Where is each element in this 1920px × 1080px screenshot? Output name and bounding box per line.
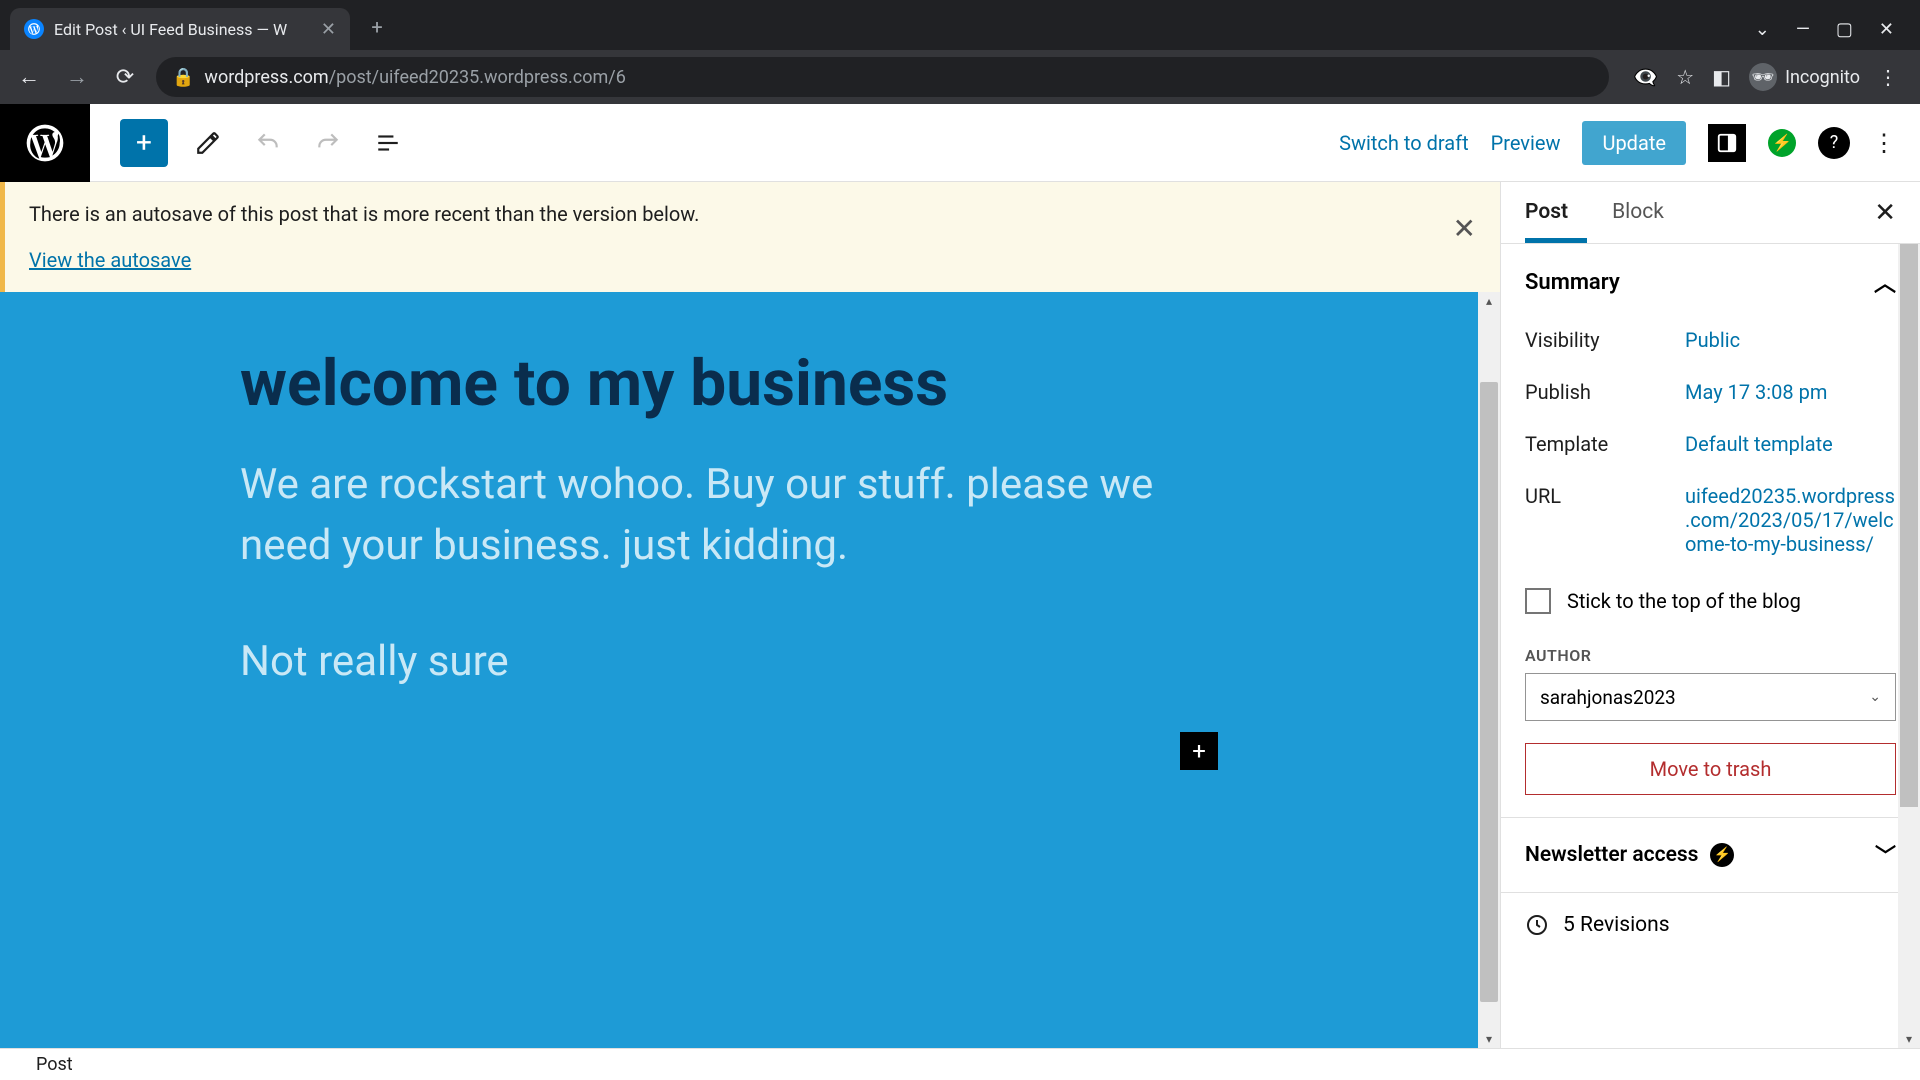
incognito-icon: 🕶	[1749, 63, 1777, 91]
new-tab-button[interactable]: +	[358, 8, 396, 46]
revisions-row[interactable]: 5 Revisions	[1501, 892, 1920, 937]
add-block-button[interactable]: +	[120, 119, 168, 167]
template-label: Template	[1525, 432, 1685, 456]
address-bar[interactable]: 🔒 wordpress.com/post/uifeed20235.wordpre…	[156, 57, 1609, 97]
settings-panel-toggle[interactable]	[1708, 124, 1746, 162]
visibility-value[interactable]: Public	[1685, 328, 1896, 352]
edit-tools-button[interactable]	[188, 123, 228, 163]
view-autosave-link[interactable]: View the autosave	[29, 248, 191, 272]
more-options-icon[interactable]: ⋮	[1872, 129, 1896, 157]
url-label: URL	[1525, 484, 1685, 556]
settings-sidebar: Post Block ✕ Summary ︿ Visibility Public…	[1500, 182, 1920, 1048]
summary-label: Summary	[1525, 270, 1620, 295]
url-domain: wordpress.com	[204, 67, 328, 88]
incognito-label: Incognito	[1785, 67, 1860, 88]
revisions-label: 5 Revisions	[1563, 913, 1670, 937]
jetpack-icon[interactable]: ⚡	[1768, 129, 1796, 157]
undo-button	[248, 123, 288, 163]
browser-menu-icon[interactable]: ⋮	[1878, 65, 1898, 89]
post-paragraph[interactable]: Not really sure	[240, 637, 1238, 686]
switch-to-draft-button[interactable]: Switch to draft	[1339, 131, 1469, 155]
author-heading: Author	[1501, 632, 1920, 673]
chevron-up-icon: ︿	[1874, 266, 1896, 298]
publish-label: Publish	[1525, 380, 1685, 404]
summary-panel-header[interactable]: Summary ︿	[1501, 244, 1920, 314]
chevron-down-icon: ︿	[1875, 840, 1896, 870]
history-icon	[1525, 913, 1549, 937]
scroll-down-icon[interactable]: ▾	[1478, 1030, 1500, 1048]
editor-canvas[interactable]: welcome to my business We are rockstart …	[0, 292, 1478, 1048]
visibility-label: Visibility	[1525, 328, 1685, 352]
tab-dropdown-icon[interactable]: ⌄	[1755, 19, 1770, 40]
tab-post[interactable]: Post	[1525, 200, 1568, 226]
jetpack-badge-icon: ⚡	[1710, 843, 1734, 867]
scroll-up-icon[interactable]: ▴	[1478, 292, 1500, 310]
scrollbar-thumb[interactable]	[1480, 382, 1498, 1002]
tab-block[interactable]: Block	[1612, 200, 1664, 226]
reload-button[interactable]: ⟳	[108, 60, 142, 94]
url-value[interactable]: uifeed20235.wordpress.com/2023/05/17/wel…	[1685, 484, 1896, 556]
url-path: /post/uifeed20235.wordpress.com/6	[329, 67, 626, 88]
redo-button	[308, 123, 348, 163]
newsletter-label: Newsletter access	[1525, 843, 1698, 867]
help-icon[interactable]: ?	[1818, 127, 1850, 159]
newsletter-panel-header[interactable]: Newsletter access ⚡ ︿	[1501, 817, 1920, 892]
notice-text: There is an autosave of this post that i…	[29, 202, 1476, 226]
breadcrumb[interactable]: Post	[36, 1054, 73, 1075]
sticky-checkbox[interactable]	[1525, 588, 1551, 614]
tab-title: Edit Post ‹ UI Feed Business — W	[54, 20, 287, 39]
minimize-icon[interactable]: —	[1796, 19, 1810, 40]
autosave-notice: There is an autosave of this post that i…	[0, 182, 1500, 292]
visibility-row[interactable]: Visibility Public	[1501, 314, 1920, 366]
close-sidebar-icon[interactable]: ✕	[1874, 198, 1896, 228]
bookmark-star-icon[interactable]: ☆	[1676, 65, 1694, 89]
post-paragraph[interactable]: We are rockstart wohoo. Buy our stuff. p…	[240, 455, 1238, 577]
template-row[interactable]: Template Default template	[1501, 418, 1920, 470]
browser-tab[interactable]: Edit Post ‹ UI Feed Business — W ✕	[10, 8, 350, 50]
preview-button[interactable]: Preview	[1491, 131, 1561, 155]
wordpress-favicon-icon	[24, 19, 44, 39]
close-window-icon[interactable]: ✕	[1879, 19, 1894, 40]
scrollbar-thumb[interactable]	[1900, 244, 1918, 807]
insert-block-button[interactable]: +	[1180, 732, 1218, 770]
document-overview-button[interactable]	[368, 123, 408, 163]
forward-button: →	[60, 60, 94, 94]
chevron-down-icon: ⌄	[1869, 689, 1881, 705]
incognito-badge[interactable]: 🕶 Incognito	[1749, 63, 1860, 91]
lock-icon: 🔒	[172, 67, 194, 88]
dismiss-notice-icon[interactable]: ✕	[1453, 212, 1476, 245]
publish-row[interactable]: Publish May 17 3:08 pm	[1501, 366, 1920, 418]
eye-off-icon[interactable]: 👁‍🗨	[1633, 65, 1658, 89]
update-button[interactable]: Update	[1582, 121, 1686, 165]
url-row[interactable]: URL uifeed20235.wordpress.com/2023/05/17…	[1501, 470, 1920, 570]
scroll-down-icon[interactable]: ▾	[1898, 1030, 1920, 1048]
sticky-checkbox-row[interactable]: Stick to the top of the blog	[1501, 570, 1920, 632]
author-value: sarahjonas2023	[1540, 686, 1676, 709]
move-to-trash-button[interactable]: Move to trash	[1525, 743, 1896, 795]
author-select[interactable]: sarahjonas2023 ⌄	[1525, 673, 1896, 721]
status-bar: Post	[0, 1048, 1920, 1080]
template-value[interactable]: Default template	[1685, 432, 1896, 456]
canvas-scrollbar[interactable]: ▴ ▾	[1478, 292, 1500, 1048]
sidebar-scrollbar[interactable]: ▾	[1898, 244, 1920, 1048]
wordpress-logo[interactable]	[0, 104, 90, 182]
close-tab-icon[interactable]: ✕	[321, 19, 336, 40]
editor-topbar: + Switch to draft Preview Update ⚡ ? ⋮	[0, 104, 1920, 182]
active-tab-indicator	[1525, 238, 1587, 243]
side-panel-icon[interactable]: ◧	[1712, 65, 1731, 89]
post-title[interactable]: welcome to my business	[240, 346, 1238, 421]
publish-value[interactable]: May 17 3:08 pm	[1685, 380, 1896, 404]
maximize-icon[interactable]: ▢	[1836, 19, 1853, 40]
sticky-label: Stick to the top of the blog	[1567, 589, 1801, 613]
back-button[interactable]: ←	[12, 60, 46, 94]
